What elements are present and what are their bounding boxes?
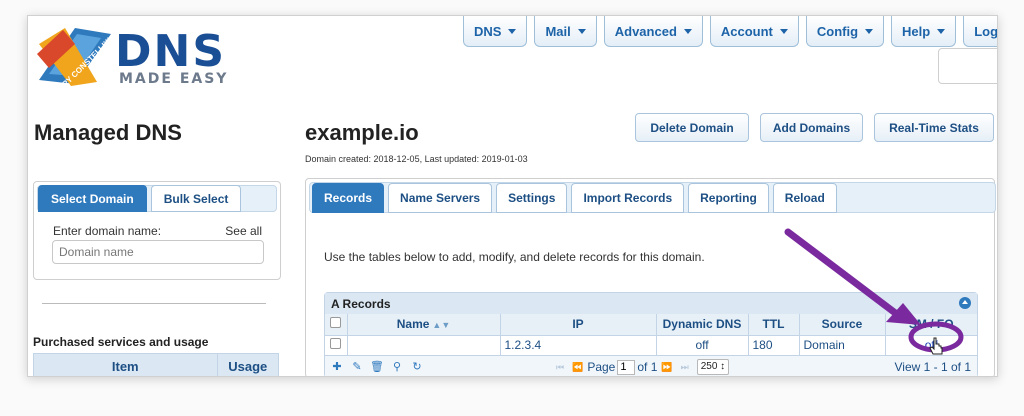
cell-dynamic-dns[interactable]: off [656, 335, 749, 355]
chevron-down-icon [865, 28, 874, 34]
domain-name-label: Enter domain name: [53, 224, 162, 238]
domain-selector-panel: Select Domain Bulk Select Enter domain n… [33, 181, 281, 280]
view-range-text: View 1 - 1 of 1 [894, 360, 972, 374]
col-ttl[interactable]: TTL [748, 314, 800, 336]
chevron-down-icon [683, 28, 692, 34]
page-size-select[interactable]: 250 ↕ [696, 359, 730, 375]
top-navigation: DNS Mail Advanced Account Config Help Lo… [463, 16, 998, 50]
select-all-header [325, 314, 348, 336]
page-count-label: of 1 [637, 360, 658, 374]
row-checkbox[interactable] [330, 338, 342, 350]
cell-sm-fo: off [885, 335, 977, 355]
delete-domain-button[interactable]: Delete Domain [635, 113, 749, 142]
col-name-label: Name [396, 317, 430, 332]
last-page-icon[interactable]: ⏭ [681, 362, 689, 373]
usage-col-usage: Usage [228, 358, 268, 374]
cell-name[interactable] [347, 335, 501, 355]
a-records-caption-label: A Records [331, 296, 391, 311]
domain-meta: Domain created: 2018-12-05, Last updated… [305, 154, 528, 164]
menu-logout-label: Logou [974, 23, 998, 39]
sort-icon: ▲▼ [432, 320, 451, 331]
svg-text:TRY CONSTELLIX!: TRY CONSTELLIX! [57, 36, 109, 84]
page-number-input[interactable] [617, 359, 636, 375]
chevron-down-icon [779, 28, 788, 34]
tab-settings[interactable]: Settings [496, 183, 568, 213]
trash-icon[interactable]: 🗑 [369, 360, 385, 373]
menu-mail[interactable]: Mail [534, 16, 597, 47]
menu-account[interactable]: Account [709, 16, 799, 47]
col-source[interactable]: Source [799, 314, 886, 336]
tab-bulk-select[interactable]: Bulk Select [150, 185, 242, 212]
sm-fo-toggle-link[interactable]: off [925, 338, 938, 352]
search-icon[interactable]: ⚲ [389, 360, 405, 373]
next-page-icon[interactable]: ⏩ [661, 362, 672, 373]
account-panel [938, 48, 997, 84]
col-dynamic-dns[interactable]: Dynamic DNS [656, 314, 749, 336]
menu-logout[interactable]: Logou [963, 16, 998, 47]
tab-name-servers[interactable]: Name Servers [388, 183, 493, 213]
cell-source[interactable]: Domain [799, 335, 886, 355]
tab-select-domain[interactable]: Select Domain [38, 185, 147, 212]
cell-ip[interactable]: 1.2.3.4 [500, 335, 657, 355]
table-header-row: Name ▲▼ IP Dynamic DNS TTL Source SM / FO [325, 314, 977, 336]
add-record-icon[interactable]: ✚ [329, 360, 345, 373]
page-label: Page [587, 360, 616, 374]
records-intro-text: Use the tables below to add, modify, and… [324, 250, 705, 264]
collapse-icon[interactable] [959, 297, 971, 309]
chevron-down-icon [937, 28, 946, 34]
menu-help[interactable]: Help [891, 16, 957, 47]
domain-selector-tabs: Select Domain Bulk Select [38, 185, 245, 212]
menu-account-label: Account [720, 23, 773, 39]
grid-pager: ✚ ✎ 🗑 ⚲ ↻ ⏮ ⏪ Page of 1 ⏩ ⏭ 250 ↕ View 1… [325, 355, 977, 376]
a-records-table: Name ▲▼ IP Dynamic DNS TTL Source SM / FO… [325, 314, 977, 355]
menu-mail-label: Mail [545, 23, 571, 39]
tab-reload[interactable]: Reload [772, 183, 837, 213]
menu-dns[interactable]: DNS [463, 16, 528, 47]
col-sm-fo[interactable]: SM / FO [885, 314, 977, 336]
edit-icon[interactable]: ✎ [349, 360, 365, 373]
page-title: Managed DNS [34, 120, 182, 145]
menu-config[interactable]: Config [805, 16, 885, 47]
menu-help-label: Help [902, 23, 931, 39]
menu-advanced[interactable]: Advanced [603, 16, 703, 47]
record-tabs: Records Name Servers Settings Import Rec… [312, 183, 841, 213]
select-all-checkbox[interactable] [330, 317, 342, 329]
menu-dns-label: DNS [474, 23, 502, 39]
a-records-caption: A Records [325, 293, 977, 314]
domain-title: example.io [305, 120, 419, 145]
page-controls: ⏮ ⏪ Page of 1 ⏩ ⏭ 250 ↕ [552, 359, 730, 375]
real-time-stats-button[interactable]: Real-Time Stats [874, 113, 994, 142]
refresh-icon[interactable]: ↻ [409, 360, 425, 373]
tab-import-records[interactable]: Import Records [571, 183, 685, 213]
logo-brand-text: DNS [115, 26, 227, 77]
table-row[interactable]: 1.2.3.4 off 180 Domain off [325, 335, 977, 355]
chevron-down-icon [577, 28, 586, 34]
see-all-link[interactable]: See all [225, 224, 262, 238]
prev-page-icon[interactable]: ⏪ [572, 362, 583, 373]
a-records-grid: A Records Name ▲▼ IP Dynamic DNS TTL Sour… [324, 292, 978, 376]
cell-ttl[interactable]: 180 [748, 335, 800, 355]
first-page-icon[interactable]: ⏮ [556, 362, 564, 373]
chevron-down-icon [508, 28, 517, 34]
menu-config-label: Config [816, 23, 859, 39]
add-domains-button[interactable]: Add Domains [760, 113, 863, 142]
tab-records[interactable]: Records [312, 183, 385, 213]
col-name[interactable]: Name ▲▼ [347, 314, 501, 336]
menu-advanced-label: Advanced [614, 23, 677, 39]
purchased-services-title: Purchased services and usage [33, 335, 209, 349]
ribbon-icon: TRY CONSTELLIX! [57, 36, 109, 84]
app-window: TRY CONSTELLIX! DNS MADE EASY DNS Mail A… [27, 15, 998, 377]
col-ip[interactable]: IP [500, 314, 657, 336]
dns-made-easy-logo[interactable]: TRY CONSTELLIX! DNS MADE EASY [35, 24, 255, 88]
records-panel: Records Name Servers Settings Import Rec… [305, 178, 996, 376]
row-select-cell [325, 335, 348, 355]
usage-table-header: Item Usage [33, 353, 279, 376]
domain-name-input[interactable] [52, 240, 264, 264]
tab-reporting[interactable]: Reporting [688, 183, 769, 213]
divider [42, 303, 266, 304]
logo-subtitle: MADE EASY [119, 71, 229, 87]
usage-col-item: Item [34, 354, 218, 376]
